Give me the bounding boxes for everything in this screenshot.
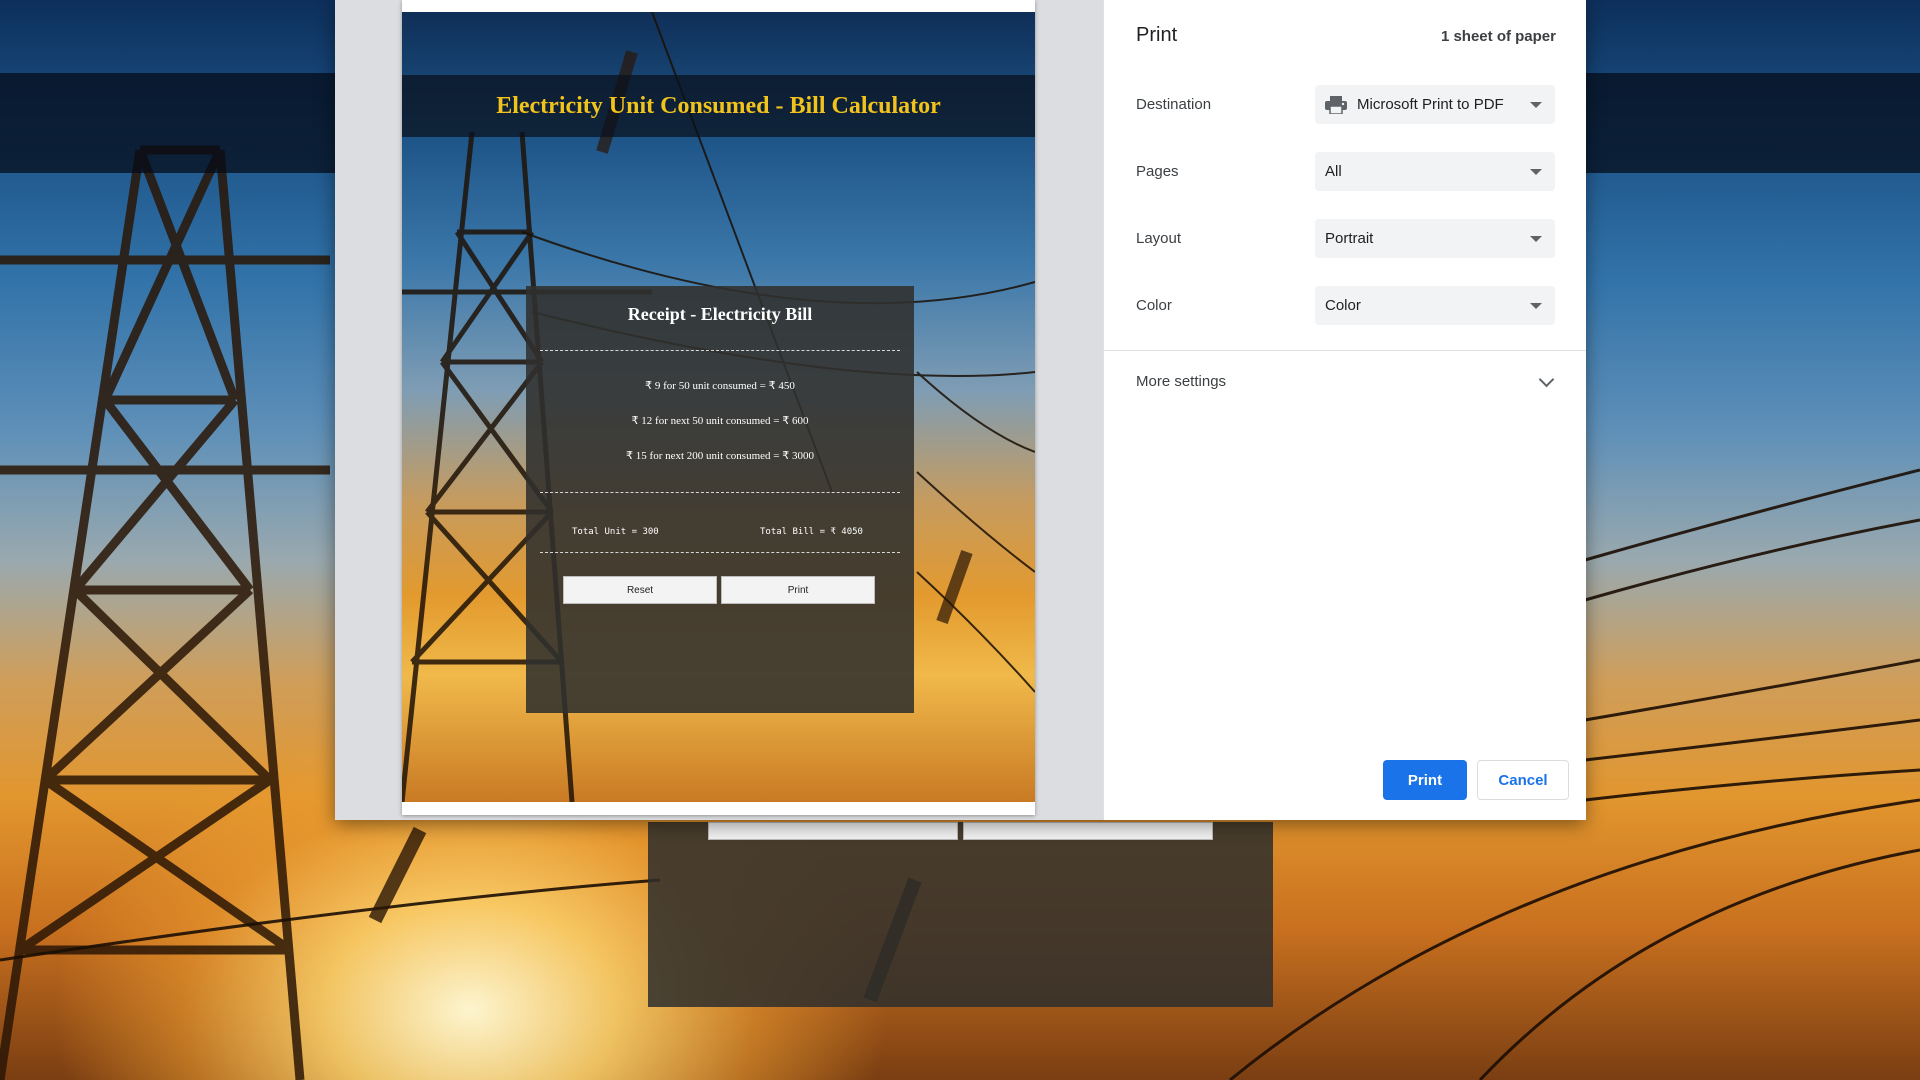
dropdown-arrow-icon [1530,169,1542,175]
receipt-total-bill: Total Bill = ₹ 4050 [760,527,863,537]
cancel-button[interactable]: Cancel [1477,760,1569,800]
color-value: Color [1325,297,1361,314]
more-settings-toggle[interactable]: More settings [1136,373,1226,390]
receipt-divider [540,552,900,553]
destination-label: Destination [1136,96,1212,113]
layout-select[interactable]: Portrait [1315,219,1555,258]
receipt-total-unit: Total Unit = 300 [572,527,659,537]
preview-page-title: Electricity Unit Consumed - Bill Calcula… [496,93,941,119]
chevron-down-icon[interactable] [1538,371,1555,388]
sheet-count: 1 sheet of paper [1440,28,1556,45]
receipt-title: Receipt - Electricity Bill [627,304,813,324]
receipt-print-button: Print [721,576,875,604]
preview-page: Electricity Unit Consumed - Bill Calcula… [402,0,1035,815]
settings-divider [1104,350,1586,351]
preview-receipt-box: Receipt - Electricity Bill ₹ 9 for 50 un… [526,286,914,713]
pages-label: Pages [1136,163,1179,180]
receipt-reset-button: Reset [563,576,717,604]
receipt-line-2: ₹ 12 for next 50 unit consumed = ₹ 600 [631,415,809,427]
destination-value: Microsoft Print to PDF [1357,96,1504,113]
color-label: Color [1136,297,1172,314]
dropdown-arrow-icon [1530,102,1542,108]
destination-select[interactable]: Microsoft Print to PDF [1315,85,1555,124]
background-reset-button [708,822,958,840]
background-print-button [963,822,1213,840]
printer-icon [1325,95,1347,115]
color-select[interactable]: Color [1315,286,1555,325]
print-dialog-title: Print [1136,24,1178,46]
receipt-line-1: ₹ 9 for 50 unit consumed = ₹ 450 [645,380,795,392]
print-settings-panel: Print 1 sheet of paper Destination Micro… [1103,0,1586,820]
receipt-divider [540,350,900,351]
dropdown-arrow-icon [1530,303,1542,309]
receipt-divider [540,492,900,493]
layout-value: Portrait [1325,230,1374,247]
print-dialog: Electricity Unit Consumed - Bill Calcula… [335,0,1586,820]
print-preview-pane: Electricity Unit Consumed - Bill Calcula… [335,0,1103,820]
background-receipt-box [648,822,1273,1007]
pages-value: All [1325,163,1342,180]
dropdown-arrow-icon [1530,236,1542,242]
print-button[interactable]: Print [1383,760,1467,800]
pages-select[interactable]: All [1315,152,1555,191]
receipt-line-3: ₹ 15 for next 200 unit consumed = ₹ 3000 [626,450,814,462]
layout-label: Layout [1136,230,1182,247]
